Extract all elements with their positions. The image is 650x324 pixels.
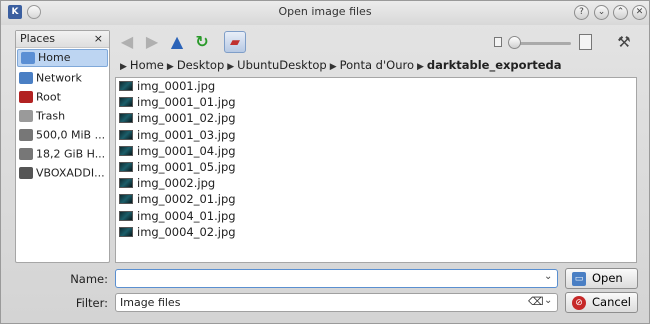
window-title: Open image files: [278, 5, 372, 18]
image-thumbnail-icon: [119, 226, 133, 237]
zoom-in-icon: [579, 34, 592, 50]
breadcrumb-arrow-icon[interactable]: ▶: [167, 62, 174, 72]
places-item[interactable]: Trash: [16, 106, 109, 125]
breadcrumb-item[interactable]: Desktop: [177, 58, 224, 72]
file-list[interactable]: img_0001.jpg img_0001_01.jpg img_0001_02.j…: [115, 77, 637, 263]
settings-icon[interactable]: ⚒: [613, 31, 635, 53]
places-item[interactable]: 18,2 GiB H...: [16, 144, 109, 163]
maximize-button[interactable]: ⌃: [613, 5, 628, 20]
breadcrumb-item[interactable]: Home: [130, 58, 164, 72]
name-input[interactable]: [115, 269, 558, 288]
breadcrumb-item[interactable]: Ponta d'Ouro: [340, 58, 414, 72]
places-header: Places ×: [16, 31, 109, 48]
image-thumbnail-icon: [119, 81, 133, 91]
file-name: img_0001_01.jpg: [137, 95, 236, 110]
breadcrumb-item[interactable]: darktable_exporteda: [427, 58, 562, 72]
file-item[interactable]: img_0001.jpg: [116, 78, 636, 94]
preview-toggle-icon[interactable]: ▰: [224, 31, 246, 53]
file-item[interactable]: img_0004_02.jpg: [116, 224, 636, 240]
zoom-slider-handle[interactable]: [508, 36, 521, 49]
breadcrumb: ▶ Home ▶ Desktop ▶ UbuntuDesktop ▶ Ponta d'Ouro…: [117, 58, 562, 74]
places-item-label: Network: [36, 71, 82, 85]
file-name: img_0001_03.jpg: [137, 127, 236, 142]
open-folder-icon: ▭: [572, 271, 586, 286]
close-button[interactable]: ✕: [632, 5, 647, 20]
places-item-label: 18,2 GiB H...: [36, 147, 106, 161]
file-item[interactable]: img_0002_01.jpg: [116, 191, 636, 207]
cdrom-icon: [19, 167, 33, 179]
toolbar: ◀ ▶ ▲ ↻ ▰ ⚒: [116, 31, 646, 55]
reload-icon[interactable]: ↻: [191, 31, 213, 53]
cancel-button[interactable]: ⊘ Cancel: [565, 292, 638, 313]
filter-value: Image files: [120, 296, 181, 309]
cancel-icon: ⊘: [572, 295, 586, 310]
image-thumbnail-icon: [119, 129, 133, 140]
places-item-label: Root: [36, 90, 61, 104]
file-name: img_0001_04.jpg: [137, 143, 236, 158]
file-name: img_0002_01.jpg: [137, 192, 236, 207]
places-item-label: Home: [38, 51, 71, 64]
file-item[interactable]: img_0001_03.jpg: [116, 127, 636, 143]
breadcrumb-arrow-icon[interactable]: ▶: [417, 62, 424, 72]
back-icon[interactable]: ◀: [116, 31, 138, 53]
zoom-slider[interactable]: [513, 42, 571, 45]
file-item[interactable]: img_0001_04.jpg: [116, 143, 636, 159]
places-item[interactable]: 500,0 MiB ...: [16, 125, 109, 144]
image-thumbnail-icon: [119, 178, 133, 189]
close-places-icon[interactable]: ×: [94, 31, 103, 47]
places-item-label: 500,0 MiB ...: [36, 128, 106, 142]
root-folder-icon: [19, 91, 33, 103]
image-thumbnail-icon: [119, 161, 133, 172]
file-item[interactable]: img_0001_01.jpg: [116, 94, 636, 110]
image-thumbnail-icon: [119, 145, 133, 156]
filter-combo[interactable]: Image files: [115, 293, 558, 312]
open-file-dialog: K Open image files ? ⌄ ⌃ ✕ Places × Home…: [0, 0, 650, 324]
name-label: Name:: [70, 272, 108, 286]
breadcrumb-arrow-icon[interactable]: ▶: [120, 62, 127, 72]
filter-label: Filter:: [75, 296, 108, 310]
places-item[interactable]: Network: [16, 68, 109, 87]
places-item[interactable]: Root: [16, 87, 109, 106]
forward-icon[interactable]: ▶: [141, 31, 163, 53]
file-name: img_0004_02.jpg: [137, 224, 236, 239]
trash-icon: [19, 110, 33, 122]
places-list: Home Network Root Trash 500,0 MiB ... 18,2 Gi…: [16, 49, 109, 182]
image-thumbnail-icon: [119, 194, 133, 205]
file-name: img_0004_01.jpg: [137, 208, 236, 223]
places-item[interactable]: Home: [17, 49, 108, 67]
file-item[interactable]: img_0001_02.jpg: [116, 110, 636, 126]
home-folder-icon: [21, 52, 35, 64]
places-item-label: VBOXADDI...: [36, 166, 105, 180]
places-panel: Places × Home Network Root Trash 500,0 MiB .…: [15, 30, 110, 263]
image-thumbnail-icon: [119, 97, 133, 108]
network-icon: [19, 72, 33, 84]
file-name: img_0001_02.jpg: [137, 111, 236, 126]
name-combo-arrow-icon[interactable]: ⌄: [544, 271, 552, 282]
places-title: Places: [20, 32, 55, 45]
help-button[interactable]: ?: [574, 5, 589, 20]
open-button[interactable]: ▭ Open: [565, 268, 638, 289]
file-item[interactable]: img_0004_01.jpg: [116, 208, 636, 224]
breadcrumb-arrow-icon[interactable]: ▶: [330, 62, 337, 72]
title-bar: K Open image files ? ⌄ ⌃ ✕: [1, 1, 649, 25]
places-item[interactable]: VBOXADDI...: [16, 163, 109, 182]
image-thumbnail-icon: [119, 210, 133, 221]
image-thumbnail-icon: [119, 113, 133, 124]
file-name: img_0001.jpg: [137, 79, 216, 93]
up-folder-icon[interactable]: ▲: [166, 31, 188, 53]
clear-filter-icon[interactable]: ⌫: [528, 295, 544, 308]
breadcrumb-arrow-icon[interactable]: ▶: [227, 62, 234, 72]
file-item[interactable]: img_0002.jpg: [116, 175, 636, 191]
minimize-button[interactable]: ⌄: [594, 5, 609, 20]
file-name: img_0002.jpg: [137, 176, 216, 191]
zoom-out-icon: [494, 37, 502, 47]
file-item[interactable]: img_0001_05.jpg: [116, 159, 636, 175]
drive-icon: [19, 129, 33, 141]
drive-icon: [19, 148, 33, 160]
breadcrumb-item[interactable]: UbuntuDesktop: [237, 58, 327, 72]
file-name: img_0001_05.jpg: [137, 159, 236, 174]
places-item-label: Trash: [36, 109, 66, 123]
filter-combo-arrow-icon[interactable]: ⌄: [544, 295, 552, 306]
